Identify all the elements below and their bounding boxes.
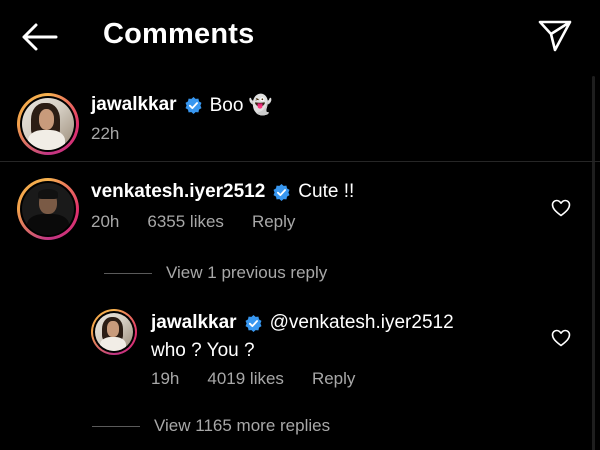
scrollbar[interactable]	[592, 76, 595, 450]
back-arrow-icon[interactable]	[20, 20, 58, 54]
comments-header: Comments	[0, 0, 600, 72]
mention-link[interactable]: @venkatesh.iyer2512	[270, 312, 454, 334]
view-replies-label: View 1 previous reply	[166, 263, 328, 282]
caption-comment: jawalkkar Boo 👻	[91, 93, 272, 117]
divider	[0, 161, 600, 162]
comment-time: 19h	[151, 369, 180, 388]
comment-username[interactable]: jawalkkar	[151, 312, 237, 334]
heart-icon[interactable]	[551, 329, 571, 347]
avatar[interactable]	[17, 178, 79, 240]
likes-count[interactable]: 6355 likes	[147, 212, 224, 232]
send-icon[interactable]	[536, 16, 574, 54]
reply-button[interactable]: Reply	[312, 369, 355, 389]
likes-count[interactable]: 4019 likes	[207, 369, 284, 389]
verified-badge-icon	[245, 314, 262, 332]
page-title: Comments	[103, 18, 255, 50]
avatar[interactable]	[91, 309, 137, 355]
comment-text: Cute !!	[298, 181, 355, 202]
comment-text: Boo 👻	[209, 95, 273, 116]
avatar[interactable]	[17, 93, 79, 155]
comment-text: who ? You ?	[151, 340, 255, 361]
view-replies-label: View 1165 more replies	[154, 416, 331, 435]
comment-meta: 22h	[91, 124, 119, 144]
comment-username[interactable]: venkatesh.iyer2512	[91, 181, 265, 203]
comment-time: 22h	[91, 124, 120, 143]
heart-icon[interactable]	[551, 199, 571, 217]
verified-badge-icon	[273, 183, 290, 201]
comment-time: 20h	[91, 212, 120, 231]
divider	[92, 425, 140, 427]
comment-username[interactable]: jawalkkar	[91, 94, 177, 116]
view-more-replies[interactable]: View 1165 more replies	[92, 416, 330, 436]
comment-meta: 19h 4019 likes Reply	[151, 369, 355, 389]
divider	[104, 272, 152, 274]
reply-comment: jawalkkar @venkatesh.iyer2512	[151, 312, 454, 334]
verified-badge-icon	[185, 96, 202, 114]
comment-meta: 20h 6355 likes Reply	[91, 212, 295, 232]
reply-button[interactable]: Reply	[252, 212, 295, 232]
view-previous-replies[interactable]: View 1 previous reply	[104, 263, 327, 283]
comment: venkatesh.iyer2512 Cute !!	[91, 181, 354, 203]
